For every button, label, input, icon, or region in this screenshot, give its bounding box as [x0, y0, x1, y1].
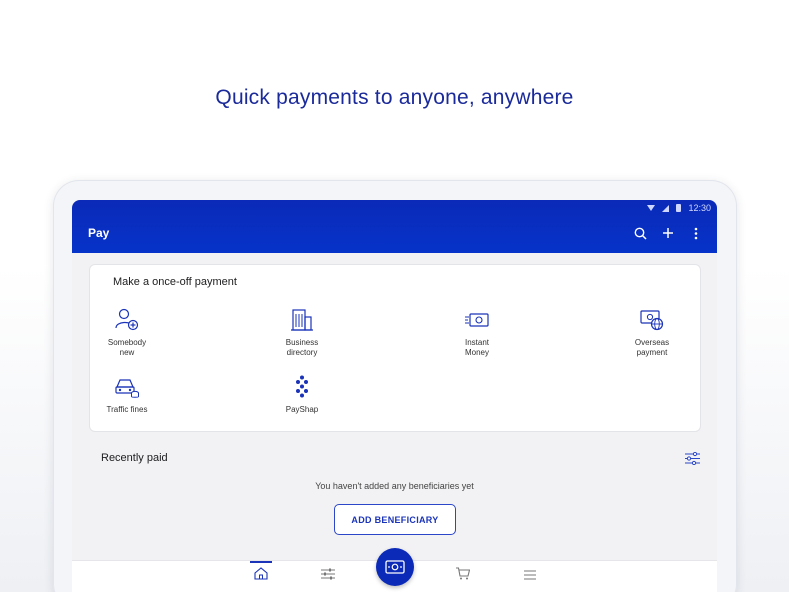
status-time: 12:30	[688, 203, 711, 213]
page-headline: Quick payments to anyone, anywhere	[215, 86, 574, 109]
once-off-payment-card: Make a once-off payment Somebody new Busi…	[89, 264, 701, 432]
cash-icon	[385, 560, 405, 574]
add-beneficiary-button[interactable]: ADD BENEFICIARY	[334, 504, 456, 535]
empty-beneficiaries-text: You haven't added any beneficiaries yet	[315, 481, 474, 491]
app-bar: 12:30 Pay	[72, 200, 717, 253]
recently-paid-title: Recently paid	[101, 452, 168, 464]
nav-more[interactable]	[510, 567, 550, 585]
search-icon[interactable]	[633, 226, 647, 240]
signal-icon	[662, 204, 670, 212]
payshap-icon	[296, 375, 308, 398]
option-label-2: new	[119, 348, 135, 357]
nav-home[interactable]	[241, 561, 281, 585]
battery-icon	[676, 204, 682, 212]
option-label-1: Somebody	[107, 338, 147, 347]
globe-cash-icon	[640, 310, 664, 331]
option-overseas-payment[interactable]: Overseas payment	[612, 307, 692, 358]
more-vert-icon[interactable]	[689, 226, 703, 240]
option-instant-money[interactable]: Instant Money	[437, 307, 517, 358]
option-business-directory[interactable]: Business directory	[262, 307, 342, 358]
option-traffic-fines[interactable]: Traffic fines	[87, 374, 167, 415]
home-icon	[254, 567, 268, 580]
option-label-1: PayShap	[285, 405, 319, 414]
filter-icon[interactable]	[685, 451, 700, 470]
transact-fab[interactable]	[376, 548, 414, 586]
sliders-icon	[321, 568, 335, 580]
option-label-1: Overseas	[634, 338, 670, 347]
plus-icon[interactable]	[661, 226, 675, 240]
once-off-title: Make a once-off payment	[113, 276, 237, 288]
option-label-2: Money	[464, 348, 489, 357]
person-add-icon	[115, 308, 139, 331]
cash-fast-icon	[465, 313, 489, 327]
option-label-1: Business	[285, 338, 319, 347]
app-bar-title: Pay	[88, 226, 110, 240]
option-label-2: payment	[636, 348, 668, 357]
nav-manage[interactable]	[308, 567, 348, 585]
menu-icon	[524, 570, 536, 580]
option-somebody-new[interactable]: Somebody new	[87, 307, 167, 358]
building-icon	[291, 309, 313, 331]
wifi-icon	[647, 205, 656, 211]
app-screen: 12:30 Pay Make a once-off payment Somebo…	[72, 200, 717, 592]
option-label-2: directory	[286, 348, 318, 357]
nav-buy[interactable]	[443, 567, 483, 585]
car-coin-icon	[115, 379, 139, 398]
option-label-1: Traffic fines	[106, 405, 148, 414]
option-payshap[interactable]: PayShap	[262, 374, 342, 415]
option-label-1: Instant	[464, 338, 489, 347]
status-bar: 12:30	[647, 203, 711, 213]
cart-icon	[456, 567, 471, 580]
